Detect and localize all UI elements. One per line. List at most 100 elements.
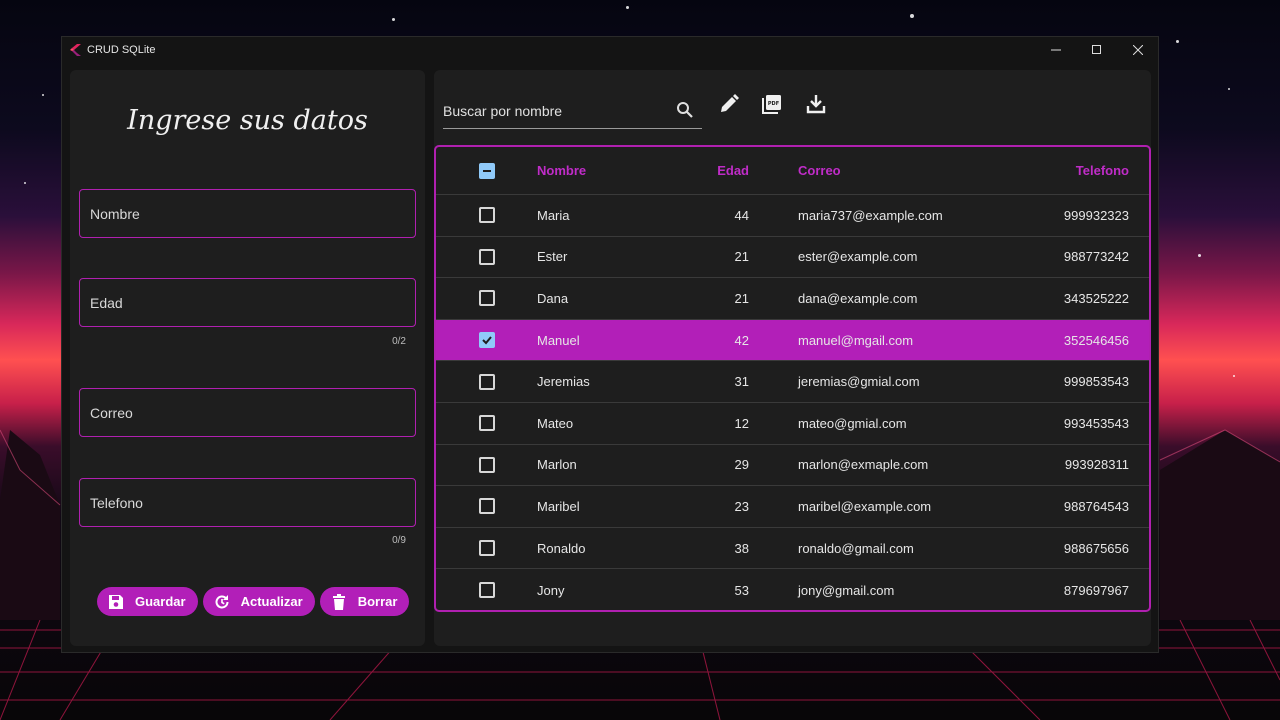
table-row[interactable]: Jony 53 jony@gmail.com 879697967 (436, 569, 1149, 610)
search-icon[interactable] (676, 101, 694, 119)
data-table: Nombre Edad Correo Telefono Maria 44 maria… (434, 145, 1151, 612)
table-row[interactable]: Jeremias 31 jeremias@gmial.com 999853543 (436, 361, 1149, 403)
cell-age: 23 (734, 498, 749, 514)
cell-mail: manuel@mgail.com (798, 332, 914, 348)
cell-phone: 999853543 (1063, 374, 1129, 390)
delete-button[interactable]: Borrar (319, 587, 410, 616)
save-button-label: Guardar (135, 594, 186, 609)
table-panel: Buscar por nombre PDF Nombre Edad Correo… (434, 70, 1151, 646)
telefono-field[interactable]: Telefono (79, 478, 416, 527)
cell-name: Dana (537, 290, 569, 306)
row-checkbox[interactable] (478, 582, 495, 599)
cell-name: Jony (537, 582, 565, 598)
update-icon (213, 593, 231, 611)
cell-age: 29 (734, 457, 749, 473)
edad-counter: 0/2 (392, 336, 406, 347)
cell-phone: 352546456 (1063, 332, 1129, 348)
export-pdf-button[interactable]: PDF (761, 93, 783, 115)
cell-age: 38 (734, 540, 749, 556)
save-button[interactable]: Guardar (97, 587, 198, 616)
download-icon (806, 95, 826, 114)
cell-age: 12 (734, 415, 749, 431)
cell-phone: 999932323 (1063, 207, 1129, 223)
window-title: CRUD SQLite (87, 43, 156, 56)
cell-name: Maribel (537, 498, 580, 514)
row-checkbox[interactable] (478, 415, 495, 432)
table-body: Maria 44 maria737@example.com 999932323 Este… (436, 195, 1149, 610)
cell-age: 21 (734, 249, 749, 265)
table-header: Nombre Edad Correo Telefono (436, 147, 1149, 195)
header-age[interactable]: Edad (667, 163, 749, 178)
table-row[interactable]: Dana 21 dana@example.com 343525222 (436, 278, 1149, 320)
cell-phone: 988773242 (1063, 249, 1129, 265)
search-input[interactable]: Buscar por nombre (443, 93, 702, 129)
cell-mail: jeremias@gmial.com (798, 374, 920, 390)
cell-mail: maria737@example.com (798, 207, 943, 223)
update-button-label: Actualizar (240, 594, 303, 609)
table-row[interactable]: Marlon 29 marlon@exmaple.com 993928311 (436, 445, 1149, 487)
download-button[interactable] (805, 93, 827, 115)
edit-button[interactable] (718, 93, 740, 115)
cell-phone: 993928311 (1064, 457, 1129, 473)
trash-icon (330, 593, 348, 611)
cell-phone: 993453543 (1063, 415, 1129, 431)
select-all-checkbox[interactable] (478, 162, 495, 179)
telefono-counter: 0/9 (392, 535, 406, 546)
update-button[interactable]: Actualizar (202, 587, 315, 616)
cell-name: Ester (537, 249, 568, 265)
table-row[interactable]: Maria 44 maria737@example.com 999932323 (436, 195, 1149, 237)
row-checkbox[interactable] (478, 373, 495, 390)
cell-mail: maribel@example.com (798, 498, 932, 514)
cell-age: 42 (734, 332, 749, 348)
check-icon (481, 336, 492, 345)
cell-phone: 343525222 (1063, 290, 1129, 306)
table-row[interactable]: Ronaldo 38 ronaldo@gmail.com 988675656 (436, 528, 1149, 570)
table-row[interactable]: Mateo 12 mateo@gmial.com 993453543 (436, 403, 1149, 445)
table-row[interactable]: Maribel 23 maribel@example.com 988764543 (436, 486, 1149, 528)
header-phone[interactable]: Telefono (949, 163, 1149, 178)
close-button[interactable] (1117, 37, 1158, 62)
cell-mail: ester@example.com (798, 249, 918, 265)
table-row[interactable]: Manuel 42 manuel@mgail.com 352546456 (436, 319, 1149, 362)
cell-mail: ronaldo@gmail.com (798, 540, 914, 556)
nombre-field-label: Nombre (90, 205, 140, 222)
row-checkbox[interactable] (478, 332, 495, 349)
telefono-field-label: Telefono (90, 494, 143, 511)
table-row[interactable]: Ester 21 ester@example.com 988773242 (436, 237, 1149, 279)
cell-mail: marlon@exmaple.com (798, 457, 929, 473)
close-icon (1132, 44, 1143, 55)
minimize-button[interactable] (1035, 37, 1076, 62)
cell-age: 31 (734, 374, 749, 390)
cell-phone: 879697967 (1063, 582, 1129, 598)
correo-field[interactable]: Correo (79, 388, 416, 437)
cell-name: Maria (537, 207, 570, 223)
flutter-logo-icon (70, 43, 81, 56)
cell-name: Marlon (537, 457, 577, 473)
correo-field-label: Correo (90, 404, 133, 421)
form-panel: Ingrese sus datos Nombre Edad 0/2 Correo… (70, 70, 425, 646)
edad-field[interactable]: Edad (79, 278, 416, 327)
pdf-icon: PDF (762, 95, 781, 114)
cell-age: 53 (734, 582, 749, 598)
row-checkbox[interactable] (478, 540, 495, 557)
header-name[interactable]: Nombre (537, 163, 667, 178)
form-title: Ingrese sus datos (127, 105, 368, 136)
row-checkbox[interactable] (478, 498, 495, 515)
save-icon (107, 593, 125, 611)
edad-field-label: Edad (90, 294, 123, 311)
title-bar: CRUD SQLite (62, 37, 1158, 62)
row-checkbox[interactable] (478, 248, 495, 265)
row-checkbox[interactable] (478, 456, 495, 473)
row-checkbox[interactable] (478, 207, 495, 224)
maximize-button[interactable] (1076, 37, 1117, 62)
cell-name: Manuel (537, 332, 580, 348)
delete-button-label: Borrar (357, 594, 398, 609)
cell-name: Ronaldo (537, 540, 586, 556)
header-mail[interactable]: Correo (749, 163, 949, 178)
row-checkbox[interactable] (478, 290, 495, 307)
cell-mail: mateo@gmial.com (798, 415, 907, 431)
nombre-field[interactable]: Nombre (79, 189, 416, 238)
pencil-icon (721, 94, 739, 112)
cell-name: Mateo (537, 415, 574, 431)
svg-text:PDF: PDF (768, 101, 779, 107)
